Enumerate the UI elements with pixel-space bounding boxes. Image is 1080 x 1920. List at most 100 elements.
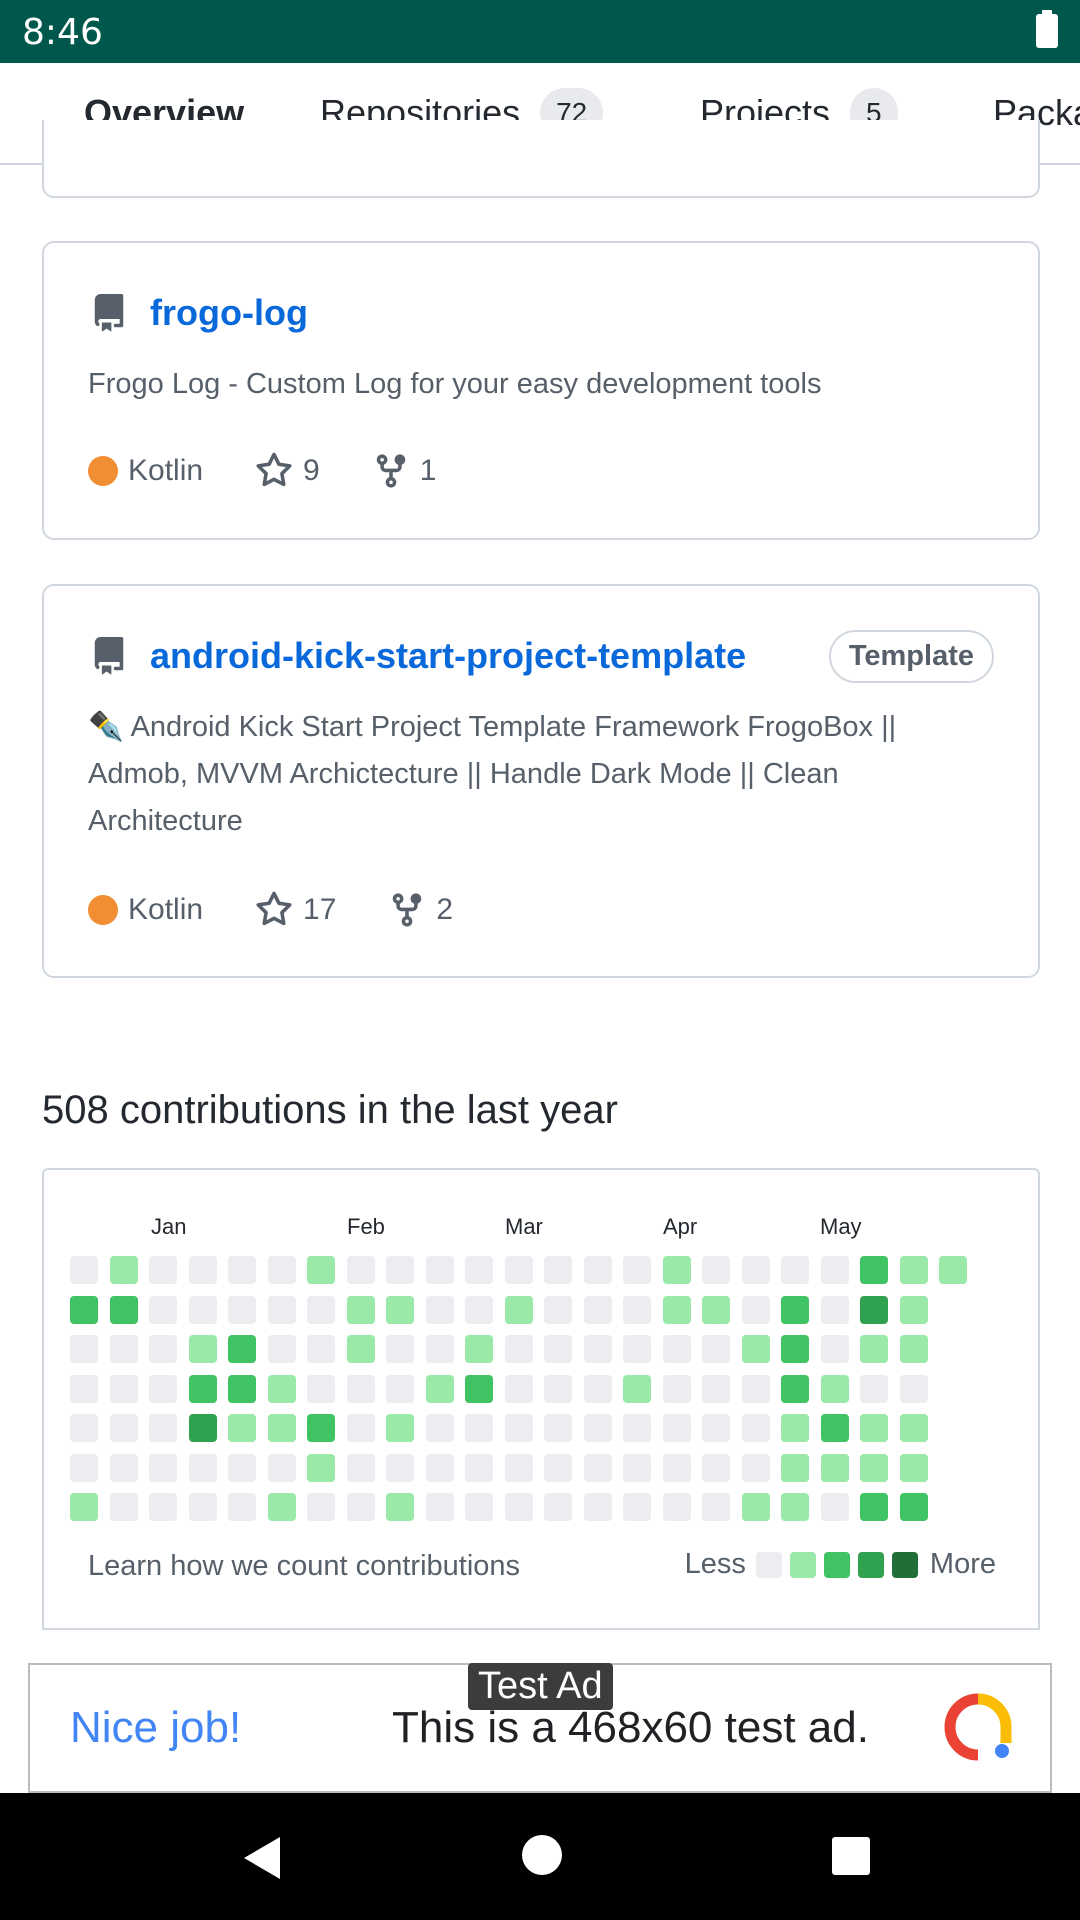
contribution-cell[interactable] — [346, 1374, 375, 1403]
contribution-cell[interactable] — [346, 1256, 375, 1284]
contribution-cell[interactable] — [623, 1256, 651, 1284]
contribution-cell[interactable] — [781, 1335, 809, 1363]
contribution-cell[interactable] — [228, 1295, 256, 1324]
contribution-cell[interactable] — [386, 1414, 414, 1442]
contribution-cell[interactable] — [425, 1335, 454, 1363]
contribution-cell[interactable] — [346, 1295, 375, 1324]
contribution-cell[interactable] — [267, 1493, 296, 1521]
home-icon[interactable] — [522, 1835, 562, 1875]
contribution-cell[interactable] — [465, 1493, 493, 1521]
contribution-cell[interactable] — [307, 1493, 335, 1521]
contribution-cell[interactable] — [188, 1335, 217, 1363]
repo-name-link[interactable]: frogo-log — [150, 292, 308, 334]
contribution-cell[interactable] — [860, 1414, 888, 1442]
contribution-cell[interactable] — [109, 1414, 138, 1442]
contribution-cell[interactable] — [188, 1256, 217, 1284]
contribution-cell[interactable] — [425, 1453, 454, 1482]
contribution-cell[interactable] — [188, 1374, 217, 1403]
contribution-cell[interactable] — [465, 1414, 493, 1442]
contribution-cell[interactable] — [860, 1256, 888, 1284]
contribution-cell[interactable] — [149, 1295, 177, 1324]
contribution-cell[interactable] — [267, 1374, 296, 1403]
contribution-cell[interactable] — [149, 1256, 177, 1284]
contribution-cell[interactable] — [583, 1374, 612, 1403]
contribution-cell[interactable] — [109, 1256, 138, 1284]
contribution-cell[interactable] — [623, 1414, 651, 1442]
contribution-cell[interactable] — [544, 1335, 572, 1363]
contribution-cell[interactable] — [504, 1295, 533, 1324]
contribution-cell[interactable] — [820, 1335, 849, 1363]
contribution-cell[interactable] — [425, 1256, 454, 1284]
contribution-cell[interactable] — [899, 1374, 928, 1403]
learn-contributions-link[interactable]: Learn how we count contributions — [88, 1550, 520, 1583]
contribution-cell[interactable] — [109, 1453, 138, 1482]
contribution-cell[interactable] — [899, 1295, 928, 1324]
contribution-cell[interactable] — [70, 1335, 98, 1363]
contribution-cell[interactable] — [860, 1493, 888, 1521]
contribution-cell[interactable] — [425, 1374, 454, 1403]
contribution-cell[interactable] — [149, 1335, 177, 1363]
contribution-cell[interactable] — [386, 1335, 414, 1363]
repo-stars[interactable]: 17 — [255, 891, 336, 929]
contribution-cell[interactable] — [228, 1335, 256, 1363]
contribution-cell[interactable] — [662, 1414, 691, 1442]
contribution-cell[interactable] — [386, 1295, 414, 1324]
contribution-cell[interactable] — [702, 1493, 730, 1521]
contribution-cell[interactable] — [860, 1374, 888, 1403]
contribution-cell[interactable] — [899, 1453, 928, 1482]
contribution-cell[interactable] — [702, 1453, 730, 1482]
contribution-cell[interactable] — [820, 1493, 849, 1521]
contribution-cell[interactable] — [70, 1493, 98, 1521]
contribution-cell[interactable] — [899, 1256, 928, 1284]
contribution-cell[interactable] — [504, 1414, 533, 1442]
contribution-cell[interactable] — [623, 1374, 651, 1403]
contribution-cell[interactable] — [544, 1453, 572, 1482]
contribution-cell[interactable] — [109, 1493, 138, 1521]
contribution-cell[interactable] — [583, 1414, 612, 1442]
contribution-cell[interactable] — [741, 1335, 770, 1363]
contribution-cell[interactable] — [820, 1414, 849, 1442]
contribution-cell[interactable] — [504, 1453, 533, 1482]
contribution-cell[interactable] — [109, 1335, 138, 1363]
contribution-cell[interactable] — [267, 1335, 296, 1363]
contribution-cell[interactable] — [425, 1414, 454, 1442]
contribution-cell[interactable] — [386, 1493, 414, 1521]
contribution-cell[interactable] — [228, 1493, 256, 1521]
contribution-cell[interactable] — [267, 1295, 296, 1324]
contribution-cell[interactable] — [346, 1453, 375, 1482]
contribution-cell[interactable] — [504, 1374, 533, 1403]
contribution-cell[interactable] — [149, 1414, 177, 1442]
contribution-cell[interactable] — [346, 1335, 375, 1363]
contribution-cell[interactable] — [781, 1453, 809, 1482]
contribution-cell[interactable] — [662, 1453, 691, 1482]
contribution-cell[interactable] — [741, 1493, 770, 1521]
contribution-cell[interactable] — [781, 1295, 809, 1324]
contribution-cell[interactable] — [662, 1335, 691, 1363]
contribution-cell[interactable] — [702, 1256, 730, 1284]
contribution-cell[interactable] — [267, 1256, 296, 1284]
contribution-cell[interactable] — [228, 1256, 256, 1284]
contribution-cell[interactable] — [662, 1493, 691, 1521]
contribution-cell[interactable] — [386, 1453, 414, 1482]
contribution-cell[interactable] — [149, 1493, 177, 1521]
contribution-cell[interactable] — [504, 1335, 533, 1363]
contribution-cell[interactable] — [307, 1453, 335, 1482]
contribution-cell[interactable] — [307, 1335, 335, 1363]
contribution-cell[interactable] — [465, 1453, 493, 1482]
contribution-cell[interactable] — [70, 1374, 98, 1403]
contribution-cell[interactable] — [702, 1414, 730, 1442]
contribution-cell[interactable] — [781, 1374, 809, 1403]
contribution-cell[interactable] — [702, 1295, 730, 1324]
contribution-cell[interactable] — [583, 1493, 612, 1521]
contribution-cell[interactable] — [228, 1414, 256, 1442]
contribution-cell[interactable] — [623, 1335, 651, 1363]
contribution-cell[interactable] — [820, 1374, 849, 1403]
contribution-cell[interactable] — [623, 1295, 651, 1324]
repo-stars[interactable]: 9 — [255, 452, 320, 490]
repo-forks[interactable]: 2 — [388, 891, 453, 929]
contribution-cell[interactable] — [465, 1256, 493, 1284]
recents-icon[interactable] — [832, 1837, 870, 1875]
contribution-cell[interactable] — [544, 1295, 572, 1324]
contribution-cell[interactable] — [820, 1295, 849, 1324]
contribution-cell[interactable] — [149, 1374, 177, 1403]
